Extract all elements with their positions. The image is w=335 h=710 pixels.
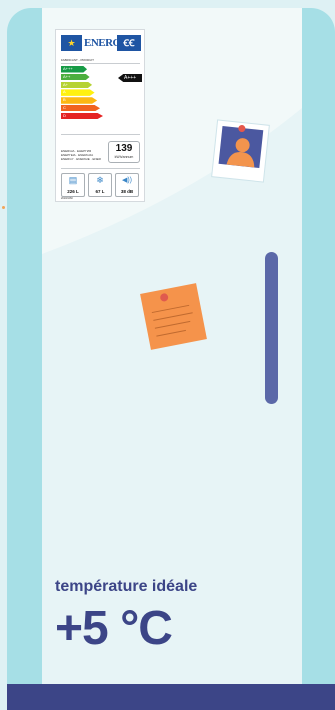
energy-class-bar: A [61, 89, 95, 96]
energy-label-header: ★ ENERG ꞒꞒ [61, 35, 141, 52]
fridge-volume-value: 226 L [67, 189, 79, 194]
energy-label-divider [61, 134, 140, 135]
note-line [156, 329, 186, 337]
freezer-volume-box: ❄ 67 L [88, 173, 112, 197]
sticky-note[interactable] [140, 283, 207, 350]
temperature-caption: température idéale [55, 578, 198, 595]
energy-label-code: ENERGY · ENERGIE · ENERGI [61, 157, 101, 161]
noise-level-box: ◀)) 38 dB [115, 173, 139, 197]
note-line [151, 304, 190, 314]
energy-label-divider [61, 63, 140, 64]
energy-label-codes: ENERGIA · ЕНЕРГИЯ ΕΝΕΡΓΕΙΑ · ENERGIJA EN… [61, 149, 101, 161]
energy-class-bar: A++ [61, 73, 90, 81]
energy-class-bar: A+++ [61, 66, 88, 73]
energy-label-divider [61, 168, 140, 169]
fridge-volume-box: ▤ 226 L [61, 173, 85, 197]
fridge-base [7, 684, 335, 710]
pin-icon [159, 292, 169, 303]
note-line [153, 312, 193, 321]
energy-label: ★ ENERG ꞒꞒ FABRICANT - PRODUIT A+++ A++ … [55, 29, 145, 202]
energy-class-bar: A+ [61, 81, 93, 89]
eu-flag-icon: ★ [61, 35, 82, 51]
photo-magnet[interactable] [212, 120, 269, 182]
decorative-dot [2, 206, 5, 209]
person-icon [226, 138, 255, 168]
photo [218, 125, 264, 169]
energy-label-specs: ▤ 226 L ❄ 67 L ◀)) 38 dB [61, 173, 140, 197]
energy-consumption-value: 139 [115, 143, 133, 154]
energy-class-bar: C [61, 104, 101, 112]
fridge-icon: ▤ [68, 175, 78, 185]
temperature-value: +5 °C [55, 602, 173, 655]
energy-label-maker: FABRICANT - PRODUIT [61, 58, 94, 62]
energy-class-bar: B [61, 97, 98, 104]
energy-class-scale: A+++ A++ A+ A B C D [61, 66, 103, 121]
energy-label-brand: ENERG [84, 35, 117, 51]
energy-consumption-unit: kWh/annum [114, 155, 134, 159]
noise-level-value: 38 dB [120, 189, 134, 194]
snowflake-icon: ❄ [96, 175, 104, 185]
energy-label-footer: 2010/1060 [61, 197, 73, 200]
energy-label-brand-suffix: ꞒꞒ [117, 35, 141, 51]
energy-consumption-box: 139 kWh/annum [108, 141, 140, 163]
door-handle[interactable] [265, 252, 278, 404]
speaker-icon: ◀)) [121, 177, 133, 184]
energy-class-bar: D [61, 112, 103, 120]
energy-rating-arrow: A+++ [118, 74, 142, 82]
freezer-volume-value: 67 L [95, 189, 105, 194]
note-line [154, 320, 191, 329]
